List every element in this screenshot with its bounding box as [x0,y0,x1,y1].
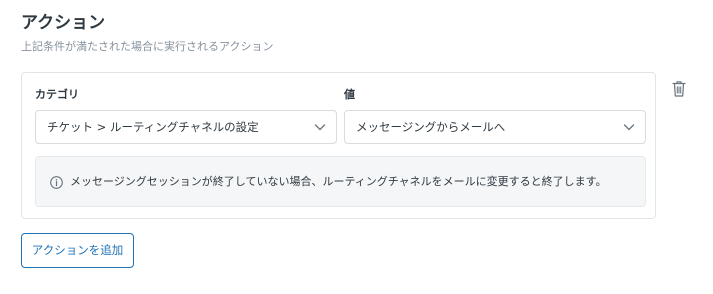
trash-icon [672,81,686,97]
info-notice: メッセージングセッションが終了していない場合、ルーティングチャネルをメールに変更… [35,156,646,207]
add-action-button[interactable]: アクションを追加 [21,233,134,268]
delete-action-button[interactable] [671,80,687,98]
value-label: 値 [344,88,355,101]
value-select[interactable]: メッセージングからメールへ [344,110,646,144]
section-subtitle: 上記条件が満たされた場合に実行されるアクション [21,40,274,53]
section-title: アクション [21,13,106,33]
actions-section: アクション 上記条件が満たされた場合に実行されるアクション カテゴリ 値 チケッ… [0,0,713,294]
category-label: カテゴリ [35,88,79,101]
chevron-down-icon [623,124,635,131]
value-selected-value: メッセージングからメールへ [356,120,506,134]
info-message: メッセージングセッションが終了していない場合、ルーティングチャネルをメールに変更… [70,175,607,188]
info-icon [50,176,63,189]
category-select[interactable]: チケット > ルーティングチャネルの設定 [35,110,337,144]
category-selected-value: チケット > ルーティングチャネルの設定 [47,120,259,134]
chevron-down-icon [314,124,326,131]
action-row-card: カテゴリ 値 チケット > ルーティングチャネルの設定 メッセージングからメール… [21,72,656,219]
